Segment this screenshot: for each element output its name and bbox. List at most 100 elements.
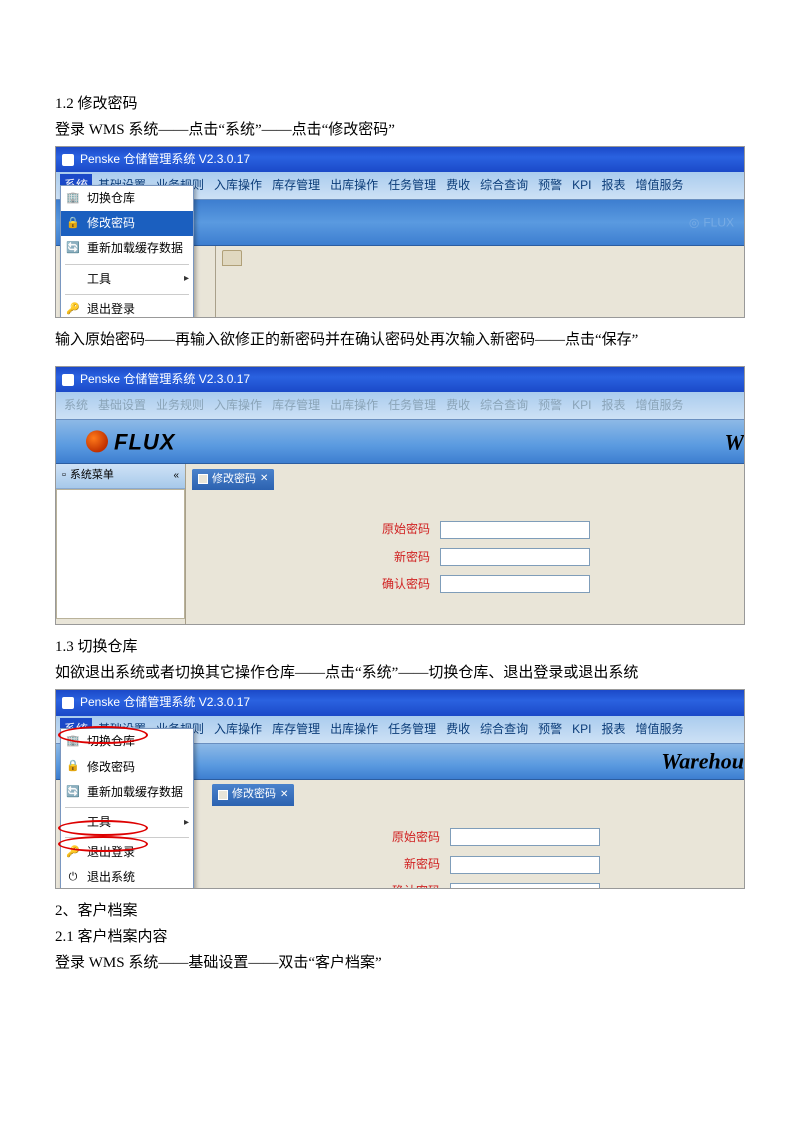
menu-outbound[interactable]: 出库操作: [326, 174, 382, 197]
dropdown-reload-cache[interactable]: 🔄重新加载缓存数据: [61, 236, 193, 261]
menu-query[interactable]: 综合查询: [476, 718, 532, 741]
window-titlebar: Penske 仓储管理系统 V2.3.0.17: [56, 147, 744, 172]
menu-query[interactable]: 综合查询: [476, 394, 532, 417]
side-panel-body: [56, 489, 185, 619]
menubar: 系统 基础设置 业务规则 入库操作 库存管理 出库操作 任务管理 费收 综合查询…: [56, 392, 744, 420]
main-empty: [216, 246, 744, 318]
window-title: Penske 仓储管理系统 V2.3.0.17: [80, 693, 250, 712]
section-step-1-2-b: 输入原始密码——再输入欲修正的新密码并在确认密码处再次输入新密码——点击“保存”: [55, 328, 745, 352]
tabstrip: 修改密码✕: [192, 469, 274, 491]
menu-fees[interactable]: 费收: [442, 174, 474, 197]
section-title-2-1: 2.1 客户档案内容: [55, 925, 745, 949]
logout-icon: 🔑: [65, 846, 81, 860]
lock-icon: 🔒: [65, 217, 81, 231]
menu-inbound[interactable]: 入库操作: [210, 718, 266, 741]
side-panel-title: ▫系统菜单«: [56, 464, 185, 489]
dropdown-logout[interactable]: 🔑退出登录: [61, 297, 193, 318]
screenshot-1: Penske 仓储管理系统 V2.3.0.17 系统 基础设置 业务规则 入库操…: [55, 146, 745, 318]
menu-system[interactable]: 系统: [60, 394, 92, 417]
window-titlebar: Penske 仓储管理系统 V2.3.0.17: [56, 690, 744, 715]
window-titlebar: Penske 仓储管理系统 V2.3.0.17: [56, 367, 744, 392]
close-icon[interactable]: ✕: [260, 471, 268, 487]
tab-icon: [198, 474, 208, 484]
menu-vas[interactable]: 增值服务: [632, 718, 688, 741]
menu-inventory[interactable]: 库存管理: [268, 718, 324, 741]
input-confirm-password[interactable]: [440, 575, 590, 593]
tab-icon: [218, 790, 228, 800]
tab-change-password[interactable]: 修改密码✕: [212, 784, 294, 806]
collapse-icon[interactable]: «: [173, 468, 179, 484]
menu-kpi[interactable]: KPI: [568, 394, 595, 417]
warehouse-icon: 🏢: [65, 192, 81, 206]
close-icon[interactable]: ✕: [280, 787, 288, 803]
logo: FLUX: [86, 424, 175, 459]
main-panel: 修改密码✕ 原始密码 新密码 确认密码: [186, 464, 744, 624]
panel-icon: ▫: [62, 467, 66, 485]
menu-vas[interactable]: 增值服务: [632, 394, 688, 417]
menu-tasks[interactable]: 任务管理: [384, 174, 440, 197]
app-icon: [62, 154, 74, 166]
system-dropdown: 🏢切换仓库 🔒修改密码 🔄重新加载缓存数据 工具▸ 🔑退出登录 ⏻退出系统: [60, 185, 194, 318]
exit-icon: ⏻: [65, 871, 81, 885]
window-title: Penske 仓储管理系统 V2.3.0.17: [80, 370, 250, 389]
dropdown-switch-warehouse[interactable]: 🏢切换仓库: [61, 186, 193, 211]
tab-change-password[interactable]: 修改密码✕: [192, 469, 274, 491]
menu-inventory[interactable]: 库存管理: [268, 174, 324, 197]
lock-icon: 🔒: [65, 760, 81, 774]
menu-alerts[interactable]: 预警: [534, 394, 566, 417]
menu-vas[interactable]: 增值服务: [632, 174, 688, 197]
section-step-2-1-a: 登录 WMS 系统——基础设置——双击“客户档案”: [55, 951, 745, 975]
menu-alerts[interactable]: 预警: [534, 174, 566, 197]
menu-alerts[interactable]: 预警: [534, 718, 566, 741]
menu-outbound[interactable]: 出库操作: [326, 718, 382, 741]
menu-kpi[interactable]: KPI: [568, 174, 595, 197]
app-icon: [62, 697, 74, 709]
dropdown-change-password[interactable]: 🔒修改密码: [61, 211, 193, 236]
window-title: Penske 仓储管理系统 V2.3.0.17: [80, 150, 250, 169]
tabstrip: 修改密码✕: [212, 784, 294, 806]
change-password-form: 原始密码 新密码 确认密码: [212, 808, 738, 890]
label-confirm-password: 确认密码: [340, 575, 430, 594]
blank-icon: [65, 816, 81, 830]
dropdown-reload-cache[interactable]: 🔄重新加载缓存数据: [61, 780, 193, 805]
menu-fees[interactable]: 费收: [442, 718, 474, 741]
section-step-1-3-a: 如欲退出系统或者切换其它操作仓库——点击“系统”——切换仓库、退出登录或退出系统: [55, 661, 745, 685]
input-confirm-password[interactable]: [450, 883, 600, 890]
menu-fees[interactable]: 费收: [442, 394, 474, 417]
dropdown-separator: [65, 264, 189, 265]
refresh-icon: 🔄: [65, 242, 81, 256]
main-panel: 修改密码✕ 原始密码 新密码 确认密码: [206, 780, 744, 890]
menu-basic-settings[interactable]: 基础设置: [94, 394, 150, 417]
menu-reports[interactable]: 报表: [598, 174, 630, 197]
dropdown-switch-warehouse[interactable]: 🏢切换仓库: [61, 729, 193, 754]
screenshot-3: Penske 仓储管理系统 V2.3.0.17 系统 基础设置 业务规则 入库操…: [55, 689, 745, 889]
menu-tasks[interactable]: 任务管理: [384, 394, 440, 417]
blank-icon: [65, 272, 81, 286]
dropdown-change-password[interactable]: 🔒修改密码: [61, 755, 193, 780]
dropdown-tools[interactable]: 工具▸: [61, 810, 193, 835]
menu-biz-rules[interactable]: 业务规则: [152, 394, 208, 417]
menu-inbound[interactable]: 入库操作: [210, 394, 266, 417]
chevron-right-icon: ▸: [184, 815, 189, 831]
input-old-password[interactable]: [440, 521, 590, 539]
menu-kpi[interactable]: KPI: [568, 718, 595, 741]
menu-reports[interactable]: 报表: [598, 394, 630, 417]
menu-outbound[interactable]: 出库操作: [326, 394, 382, 417]
right-banner-text: Warehou: [661, 744, 744, 779]
label-old-password: 原始密码: [340, 520, 430, 539]
input-new-password[interactable]: [450, 856, 600, 874]
section-title-2: 2、客户档案: [55, 899, 745, 923]
menu-reports[interactable]: 报表: [598, 718, 630, 741]
dropdown-tools[interactable]: 工具▸: [61, 267, 193, 292]
menu-query[interactable]: 综合查询: [476, 174, 532, 197]
dropdown-separator: [65, 837, 189, 838]
menu-inventory[interactable]: 库存管理: [268, 394, 324, 417]
input-old-password[interactable]: [450, 828, 600, 846]
dropdown-logout[interactable]: 🔑退出登录: [61, 840, 193, 865]
system-dropdown: 🏢切换仓库 🔒修改密码 🔄重新加载缓存数据 工具▸ 🔑退出登录 ⏻退出系统: [60, 728, 194, 889]
dropdown-exit[interactable]: ⏻退出系统: [61, 865, 193, 889]
input-new-password[interactable]: [440, 548, 590, 566]
menu-inbound[interactable]: 入库操作: [210, 174, 266, 197]
menu-tasks[interactable]: 任务管理: [384, 718, 440, 741]
section-title-1-3: 1.3 切换仓库: [55, 635, 745, 659]
